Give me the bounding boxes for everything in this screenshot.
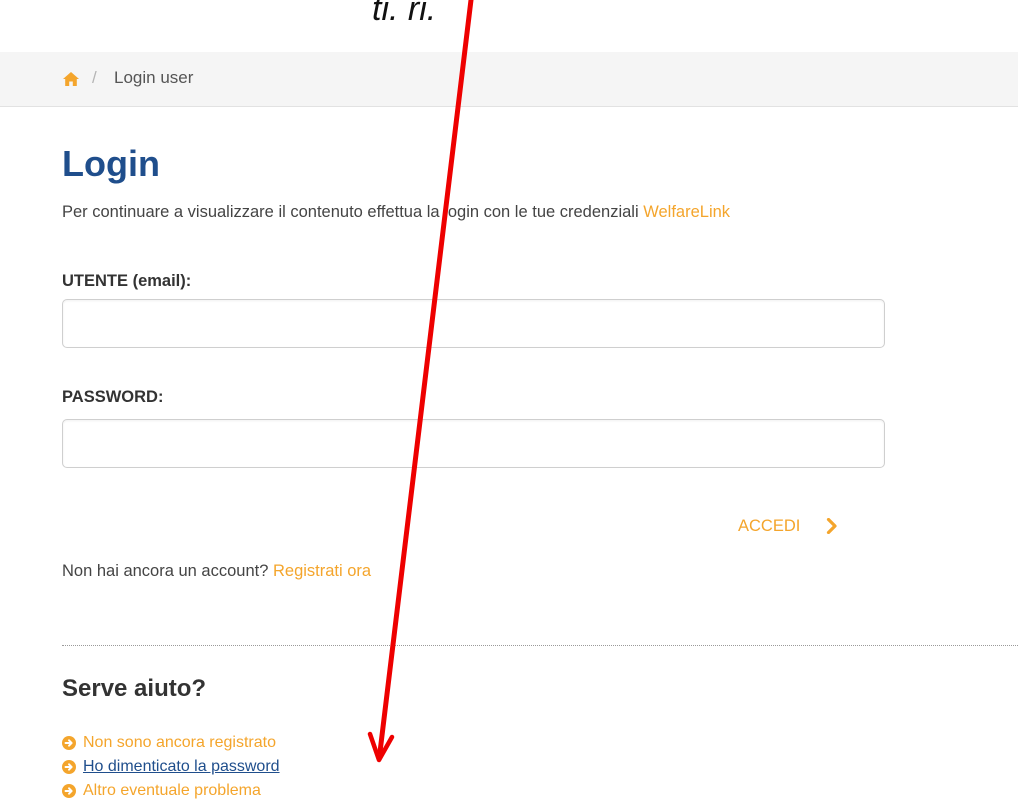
top-caption-text: ti. ri. (372, 0, 437, 28)
password-field[interactable] (62, 419, 885, 468)
login-button-label: ACCEDI (738, 516, 801, 535)
arrow-circle-right-icon (62, 760, 76, 774)
password-label: PASSWORD: (62, 388, 164, 406)
intro-text: Per continuare a visualizzare il contenu… (62, 203, 730, 222)
help-item-other-problem[interactable]: Altro eventuale problema (62, 779, 280, 803)
home-icon[interactable] (62, 70, 80, 88)
register-prompt: Non hai ancora un account? Registrati or… (62, 562, 371, 581)
help-item-forgot-password[interactable]: Ho dimenticato la password (62, 755, 280, 779)
register-link[interactable]: Registrati ora (273, 562, 371, 580)
register-prompt-text: Non hai ancora un account? (62, 562, 273, 580)
help-item-label: Ho dimenticato la password (83, 758, 280, 775)
help-item-label: Altro eventuale problema (83, 782, 261, 799)
breadcrumb-separator: / (92, 68, 97, 87)
arrow-circle-right-icon (62, 736, 76, 750)
arrow-circle-right-icon (62, 784, 76, 798)
help-item-label: Non sono ancora registrato (83, 734, 276, 751)
chevron-right-icon (827, 518, 837, 534)
breadcrumb: / Login user (0, 52, 1018, 107)
intro-text-body: Per continuare a visualizzare il contenu… (62, 203, 644, 221)
help-list: Non sono ancora registrato Ho dimenticat… (62, 731, 280, 803)
user-label: UTENTE (email): (62, 272, 192, 290)
login-button[interactable]: ACCEDI (738, 514, 838, 538)
page-title: Login (62, 143, 160, 184)
breadcrumb-current: Login user (114, 68, 194, 87)
welfarelink-link[interactable]: WelfareLink (643, 203, 730, 221)
section-divider (62, 645, 1018, 646)
email-field[interactable] (62, 299, 885, 348)
help-title: Serve aiuto? (62, 675, 207, 702)
help-item-not-registered[interactable]: Non sono ancora registrato (62, 731, 280, 755)
